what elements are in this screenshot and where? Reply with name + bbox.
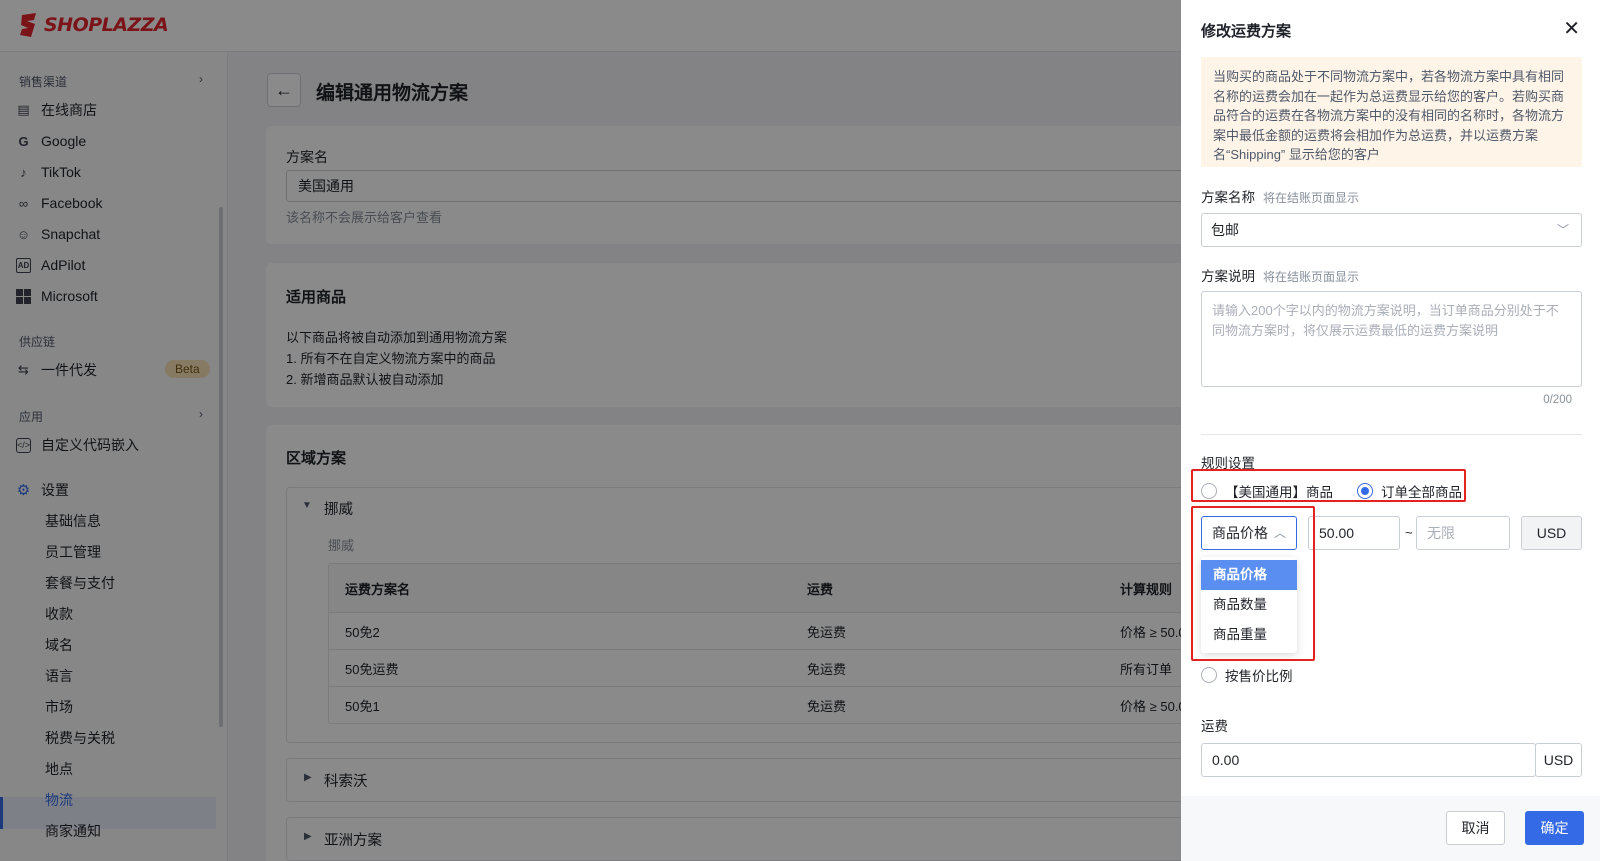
radio-label: 订单全部商品 bbox=[1381, 485, 1462, 500]
field-label: 方案名称 bbox=[1201, 190, 1255, 205]
fee-input[interactable]: 0.00 bbox=[1201, 743, 1536, 777]
range-separator: ~ bbox=[1405, 525, 1413, 540]
chevron-down-icon: ﹀ bbox=[1556, 223, 1569, 237]
radio-plan-products[interactable]: 【美国通用】商品 bbox=[1201, 481, 1333, 501]
fee-label: 运费 bbox=[1201, 719, 1228, 734]
dropdown-option-weight[interactable]: 商品重量 bbox=[1201, 620, 1297, 650]
rate-desc-textarea[interactable]: 请输入200个字以内的物流方案说明，当订单商品分别处于不同物流方案时，将仅展示运… bbox=[1201, 291, 1582, 387]
condition-dropdown: 商品价格 商品数量 商品重量 bbox=[1201, 557, 1297, 653]
radio-circle bbox=[1201, 483, 1217, 499]
chevron-up-icon: ︿ bbox=[1273, 526, 1286, 540]
field-hint: 将在结账页面显示 bbox=[1263, 270, 1360, 284]
radio-label: 【美国通用】商品 bbox=[1225, 485, 1333, 500]
min-value-input[interactable]: 50.00 bbox=[1308, 516, 1400, 550]
field-hint: 将在结账页面显示 bbox=[1263, 191, 1360, 205]
cancel-button[interactable]: 取消 bbox=[1446, 811, 1505, 845]
close-icon[interactable]: ✕ bbox=[1563, 16, 1580, 41]
condition-select[interactable]: 商品价格 ︿ bbox=[1201, 516, 1297, 550]
radio-label: 按售价比例 bbox=[1225, 669, 1293, 684]
char-counter: 0/200 bbox=[1543, 394, 1572, 406]
radio-circle bbox=[1201, 667, 1217, 683]
rate-desc-label: 方案说明 将在结账页面显示 bbox=[1201, 265, 1359, 285]
radio-circle-checked bbox=[1357, 483, 1373, 499]
currency-addon: USD bbox=[1521, 516, 1582, 550]
confirm-button[interactable]: 确定 bbox=[1525, 811, 1584, 845]
radio-ratio[interactable]: 按售价比例 bbox=[1201, 665, 1293, 685]
info-notice: 当购买的商品处于不同物流方案中，若各物流方案中具有相同名称的运费会加在一起作为总… bbox=[1201, 57, 1582, 167]
select-value: 商品价格 bbox=[1212, 525, 1268, 541]
rate-name-select[interactable]: 包邮 ﹀ bbox=[1201, 213, 1582, 247]
radio-all-order-products[interactable]: 订单全部商品 bbox=[1357, 481, 1462, 501]
select-value: 包邮 bbox=[1211, 222, 1239, 238]
rate-name-label: 方案名称 将在结账页面显示 bbox=[1201, 186, 1359, 206]
field-label: 方案说明 bbox=[1201, 269, 1255, 284]
rule-label: 规则设置 bbox=[1201, 456, 1255, 471]
drawer-title: 修改运费方案 bbox=[1201, 23, 1292, 40]
max-value-input[interactable]: 无限 bbox=[1416, 516, 1510, 550]
dropdown-option-quantity[interactable]: 商品数量 bbox=[1201, 590, 1297, 620]
edit-shipping-rate-drawer: 修改运费方案 ✕ 当购买的商品处于不同物流方案中，若各物流方案中具有相同名称的运… bbox=[1181, 0, 1600, 861]
dropdown-option-price[interactable]: 商品价格 bbox=[1201, 560, 1297, 590]
fee-currency-addon: USD bbox=[1535, 743, 1582, 777]
modal-backdrop[interactable] bbox=[0, 0, 1181, 861]
divider bbox=[1201, 434, 1582, 435]
